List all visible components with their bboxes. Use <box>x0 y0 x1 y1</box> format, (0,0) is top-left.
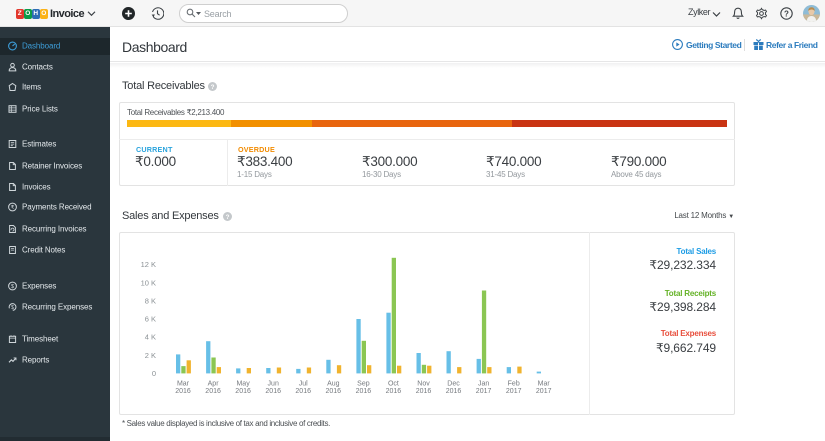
svg-text:May: May <box>236 381 250 388</box>
svg-text:Jul: Jul <box>299 381 308 388</box>
svg-text:2016: 2016 <box>235 388 251 395</box>
svg-text:Jan: Jan <box>478 381 489 388</box>
svg-text:2016: 2016 <box>265 388 281 395</box>
svg-text:Nov: Nov <box>417 381 430 388</box>
svg-text:$: $ <box>11 284 14 290</box>
svg-text:Oct: Oct <box>388 381 399 388</box>
svg-text:2017: 2017 <box>506 388 522 395</box>
svg-text:Jun: Jun <box>268 381 279 388</box>
svg-text:2016: 2016 <box>205 388 221 395</box>
svg-text:8 K: 8 K <box>145 296 156 305</box>
svg-text:2017: 2017 <box>536 388 552 395</box>
svg-text:Feb: Feb <box>508 381 520 388</box>
svg-text:2016: 2016 <box>175 388 191 395</box>
svg-text:Mar: Mar <box>177 381 190 388</box>
svg-text:0: 0 <box>152 369 156 378</box>
svg-text:Aug: Aug <box>327 381 340 388</box>
svg-text:2016: 2016 <box>446 388 462 395</box>
svg-text:Mar: Mar <box>538 381 551 388</box>
svg-text:?: ? <box>226 214 230 221</box>
svg-text:2016: 2016 <box>416 388 432 395</box>
svg-text:Dec: Dec <box>447 381 460 388</box>
svg-text:10 K: 10 K <box>141 278 156 287</box>
svg-text:2017: 2017 <box>476 388 492 395</box>
svg-text:6 K: 6 K <box>145 315 156 324</box>
svg-text:$: $ <box>11 305 14 311</box>
svg-text:?: ? <box>784 9 789 18</box>
svg-text:Sep: Sep <box>357 381 370 388</box>
svg-text:2 K: 2 K <box>145 351 156 360</box>
svg-text:12 K: 12 K <box>141 260 156 269</box>
svg-text:2016: 2016 <box>295 388 311 395</box>
svg-text:?: ? <box>211 84 215 91</box>
svg-text:2016: 2016 <box>386 388 402 395</box>
svg-text:₹: ₹ <box>11 204 15 211</box>
svg-text:2016: 2016 <box>326 388 342 395</box>
svg-text:Apr: Apr <box>208 381 220 388</box>
svg-text:4 K: 4 K <box>145 333 156 342</box>
svg-text:2016: 2016 <box>356 388 372 395</box>
